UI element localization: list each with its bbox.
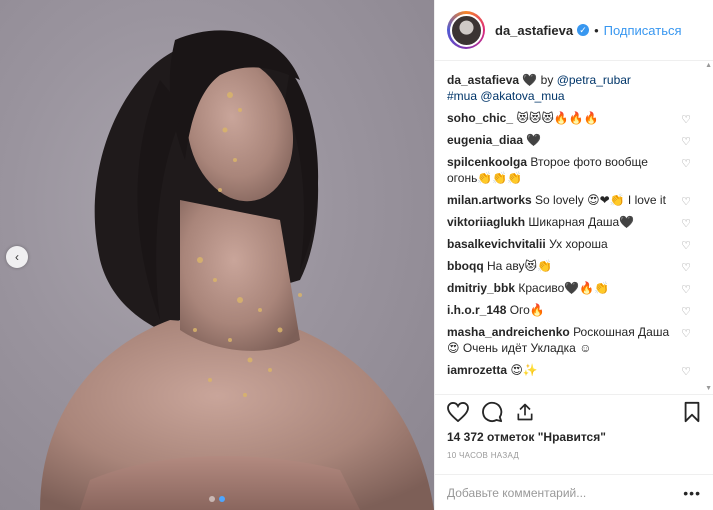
comment-text: Ух хороша bbox=[549, 237, 608, 251]
comment-username[interactable]: milan.artworks bbox=[447, 193, 532, 207]
comment-username[interactable]: soho_chic_ bbox=[447, 111, 513, 125]
carousel-dots bbox=[0, 496, 434, 502]
verified-badge-icon: ✓ bbox=[577, 24, 590, 36]
comment-username[interactable]: eugenia_diaa bbox=[447, 133, 523, 147]
comment-text: Ого🔥 bbox=[509, 303, 545, 317]
comment-like-heart-icon[interactable]: ♡ bbox=[681, 112, 691, 128]
comment-like-heart-icon[interactable]: ♡ bbox=[681, 282, 691, 298]
comment-username[interactable]: masha_andreichenko bbox=[447, 325, 570, 339]
comment-text: So lovely 😍❤👏 I love it bbox=[535, 193, 666, 207]
separator-dot: • bbox=[594, 22, 599, 38]
comment-text: Шикарная Даша🖤 bbox=[528, 215, 635, 229]
comment-like-heart-icon[interactable]: ♡ bbox=[681, 238, 691, 254]
caption-mention-link-2[interactable]: @akatova_mua bbox=[480, 89, 564, 103]
comment-row: basalkevichvitalii Ух хороша ♡ bbox=[447, 236, 701, 252]
comment-row: spilcenkoolga Второе фото вообще огонь👏👏… bbox=[447, 154, 701, 186]
comment-row: eugenia_diaa 🖤 ♡ bbox=[447, 132, 701, 148]
caption-text: 🖤 by bbox=[522, 73, 554, 87]
comment-username[interactable]: bboqq bbox=[447, 259, 484, 273]
carousel-dot-active bbox=[219, 496, 225, 502]
more-options-icon[interactable]: ••• bbox=[683, 485, 701, 501]
comment-text: 🖤 bbox=[526, 133, 542, 147]
heart-icon[interactable] bbox=[447, 401, 469, 422]
comment-row: soho_chic_ 😻😻😻🔥🔥🔥 ♡ bbox=[447, 110, 701, 126]
comment-like-heart-icon[interactable]: ♡ bbox=[681, 304, 691, 320]
comment-input[interactable] bbox=[447, 485, 684, 500]
comment-row: iamrozetta 😍✨ ♡ bbox=[447, 362, 701, 378]
comment-row: dmitriy_bbk Красиво🖤🔥👏 ♡ bbox=[447, 280, 701, 296]
caption-hashtag-link[interactable]: #mua bbox=[447, 89, 477, 103]
post-photo[interactable]: ‹ bbox=[0, 0, 434, 510]
bookmark-icon[interactable] bbox=[683, 401, 701, 423]
comment-like-heart-icon[interactable]: ♡ bbox=[681, 364, 691, 380]
caption-username[interactable]: da_astafieva bbox=[447, 73, 519, 87]
likes-count[interactable]: 14 372 отметок "Нравится" bbox=[447, 430, 606, 444]
comment-row: masha_andreichenko Роскошная Даша😍 Очень… bbox=[447, 324, 701, 356]
action-bar bbox=[435, 394, 713, 428]
post-side-panel: da_astafieva ✓ • Подписаться da_astafiev… bbox=[434, 0, 713, 510]
carousel-dot bbox=[209, 496, 215, 502]
previous-photo-button[interactable]: ‹ bbox=[6, 246, 28, 268]
header-username[interactable]: da_astafieva bbox=[495, 23, 573, 38]
comment-username[interactable]: i.h.o.r_148 bbox=[447, 303, 506, 317]
comment-text: На аву😻👏 bbox=[487, 259, 552, 273]
comments-list[interactable]: da_astafieva 🖤 by @petra_rubar #mua @aka… bbox=[435, 62, 713, 392]
comment-like-heart-icon[interactable]: ♡ bbox=[681, 326, 691, 342]
avatar[interactable] bbox=[447, 11, 485, 49]
portrait-image bbox=[40, 30, 434, 510]
share-icon[interactable] bbox=[515, 402, 535, 422]
comment-username[interactable]: iamrozetta bbox=[447, 363, 507, 377]
comment-row: milan.artworks So lovely 😍❤👏 I love it ♡ bbox=[447, 192, 701, 208]
caption-mention-link[interactable]: @petra_rubar bbox=[557, 73, 631, 87]
comment-like-heart-icon[interactable]: ♡ bbox=[681, 134, 691, 150]
comment-row: bboqq На аву😻👏 ♡ bbox=[447, 258, 701, 274]
scroll-up-icon[interactable]: ▲ bbox=[705, 62, 712, 69]
post-timestamp[interactable]: 10 ЧАСОВ НАЗАД bbox=[447, 451, 519, 460]
comment-like-heart-icon[interactable]: ♡ bbox=[681, 194, 691, 210]
comment-icon[interactable] bbox=[481, 401, 503, 423]
comment-username[interactable]: dmitriy_bbk bbox=[447, 281, 515, 295]
post-header: da_astafieva ✓ • Подписаться bbox=[435, 0, 713, 61]
follow-button[interactable]: Подписаться bbox=[604, 23, 682, 38]
chevron-left-icon: ‹ bbox=[15, 250, 19, 264]
comment-row: i.h.o.r_148 Ого🔥 ♡ bbox=[447, 302, 701, 318]
comment-like-heart-icon[interactable]: ♡ bbox=[681, 156, 691, 172]
comment-text: 😍✨ bbox=[510, 363, 538, 377]
comments-scrollbar[interactable]: ▲ ▼ bbox=[705, 62, 712, 392]
comment-username[interactable]: basalkevichvitalii bbox=[447, 237, 546, 251]
comment-text: 😻😻😻🔥🔥🔥 bbox=[516, 111, 599, 125]
comment-username[interactable]: viktoriiaglukh bbox=[447, 215, 525, 229]
comment-row: viktoriiaglukh Шикарная Даша🖤 ♡ bbox=[447, 214, 701, 230]
comment-like-heart-icon[interactable]: ♡ bbox=[681, 216, 691, 232]
post-caption: da_astafieva 🖤 by @petra_rubar #mua @aka… bbox=[447, 72, 701, 104]
add-comment-bar: ••• bbox=[435, 474, 713, 510]
comment-like-heart-icon[interactable]: ♡ bbox=[681, 260, 691, 276]
avatar-image bbox=[449, 13, 483, 47]
scroll-down-icon[interactable]: ▼ bbox=[705, 385, 712, 392]
comment-username[interactable]: spilcenkoolga bbox=[447, 155, 527, 169]
comment-text: Красиво🖤🔥👏 bbox=[518, 281, 610, 295]
